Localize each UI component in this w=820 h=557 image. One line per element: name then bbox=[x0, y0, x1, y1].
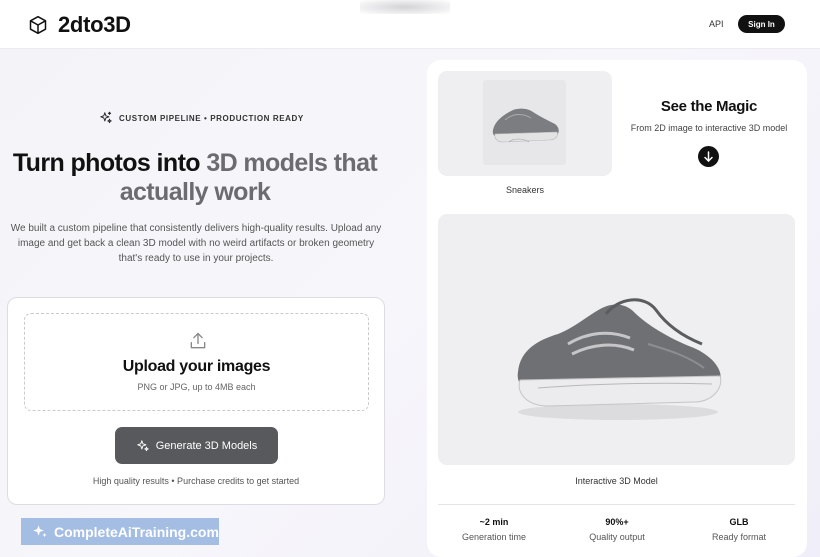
sneaker-3d-model bbox=[517, 298, 722, 420]
stat-ready-format: GLB Ready format bbox=[684, 517, 794, 542]
api-link[interactable]: API bbox=[709, 19, 724, 29]
watermark-text: CompleteAiTraining.com bbox=[54, 523, 219, 540]
stat-quality-output: 90%+ Quality output bbox=[562, 517, 672, 542]
upload-subtitle: PNG or JPG, up to 4MB each bbox=[137, 382, 256, 392]
arrow-down-icon bbox=[704, 151, 713, 162]
sneaker-photo bbox=[483, 80, 566, 165]
sample-image-label: Sneakers bbox=[505, 185, 545, 195]
tagline-text: CUSTOM PIPELINE • PRODUCTION READY bbox=[119, 113, 304, 123]
magic-subtitle: From 2D image to interactive 3D model bbox=[630, 123, 788, 133]
generate-3d-models-button[interactable]: Generate 3D Models bbox=[115, 427, 278, 464]
sparkles-icon bbox=[137, 439, 149, 451]
stat-label: Ready format bbox=[711, 532, 767, 542]
upload-note: High quality results • Purchase credits … bbox=[92, 476, 300, 486]
hero-section: CUSTOM PIPELINE • PRODUCTION READY Turn … bbox=[0, 49, 400, 557]
top-nav: 2dto3D API Sign In bbox=[0, 0, 820, 49]
3d-model-viewer[interactable] bbox=[438, 214, 795, 465]
magic-title: See the Magic bbox=[660, 98, 758, 115]
stat-value: 90%+ bbox=[605, 517, 629, 527]
upload-dropzone[interactable]: Upload your images PNG or JPG, up to 4MB… bbox=[24, 313, 369, 411]
headline-part1: Turn photos into bbox=[12, 149, 207, 177]
upload-card: Upload your images PNG or JPG, up to 4MB… bbox=[7, 297, 385, 505]
scroll-down-button[interactable] bbox=[698, 146, 719, 167]
hero-description: We built a custom pipeline that consiste… bbox=[10, 223, 382, 264]
upload-title: Upload your images bbox=[122, 358, 271, 375]
stat-label: Generation time bbox=[461, 532, 527, 542]
cube-icon bbox=[29, 15, 47, 35]
watermark-banner: CompleteAiTraining.com bbox=[21, 518, 219, 545]
blurred-decoration bbox=[360, 0, 450, 14]
headline-part2: actually work bbox=[119, 178, 271, 206]
stat-generation-time: ~2 min Generation time bbox=[439, 517, 549, 542]
sample-image-card[interactable] bbox=[438, 71, 612, 176]
sign-in-button[interactable]: Sign In bbox=[738, 15, 785, 33]
upload-icon bbox=[190, 332, 206, 349]
sparkles-icon bbox=[33, 524, 47, 537]
tagline: CUSTOM PIPELINE • PRODUCTION READY bbox=[99, 111, 304, 125]
generate-button-label: Generate 3D Models bbox=[155, 439, 258, 452]
demo-panel: Sneakers See the Magic From 2D image to … bbox=[427, 60, 807, 557]
divider bbox=[438, 504, 795, 505]
stat-value: GLB bbox=[729, 517, 749, 527]
stat-value: ~2 min bbox=[479, 517, 509, 527]
viewer-label: Interactive 3D Model bbox=[575, 476, 658, 486]
sparkles-icon bbox=[100, 111, 112, 124]
headline-accent: 3D models that bbox=[206, 149, 378, 177]
stat-label: Quality output bbox=[589, 532, 645, 542]
brand-logo[interactable]: 2dto3D bbox=[28, 12, 131, 38]
brand-name: 2dto3D bbox=[58, 12, 131, 37]
page-title: Turn photos into 3D models that actually… bbox=[10, 149, 380, 207]
